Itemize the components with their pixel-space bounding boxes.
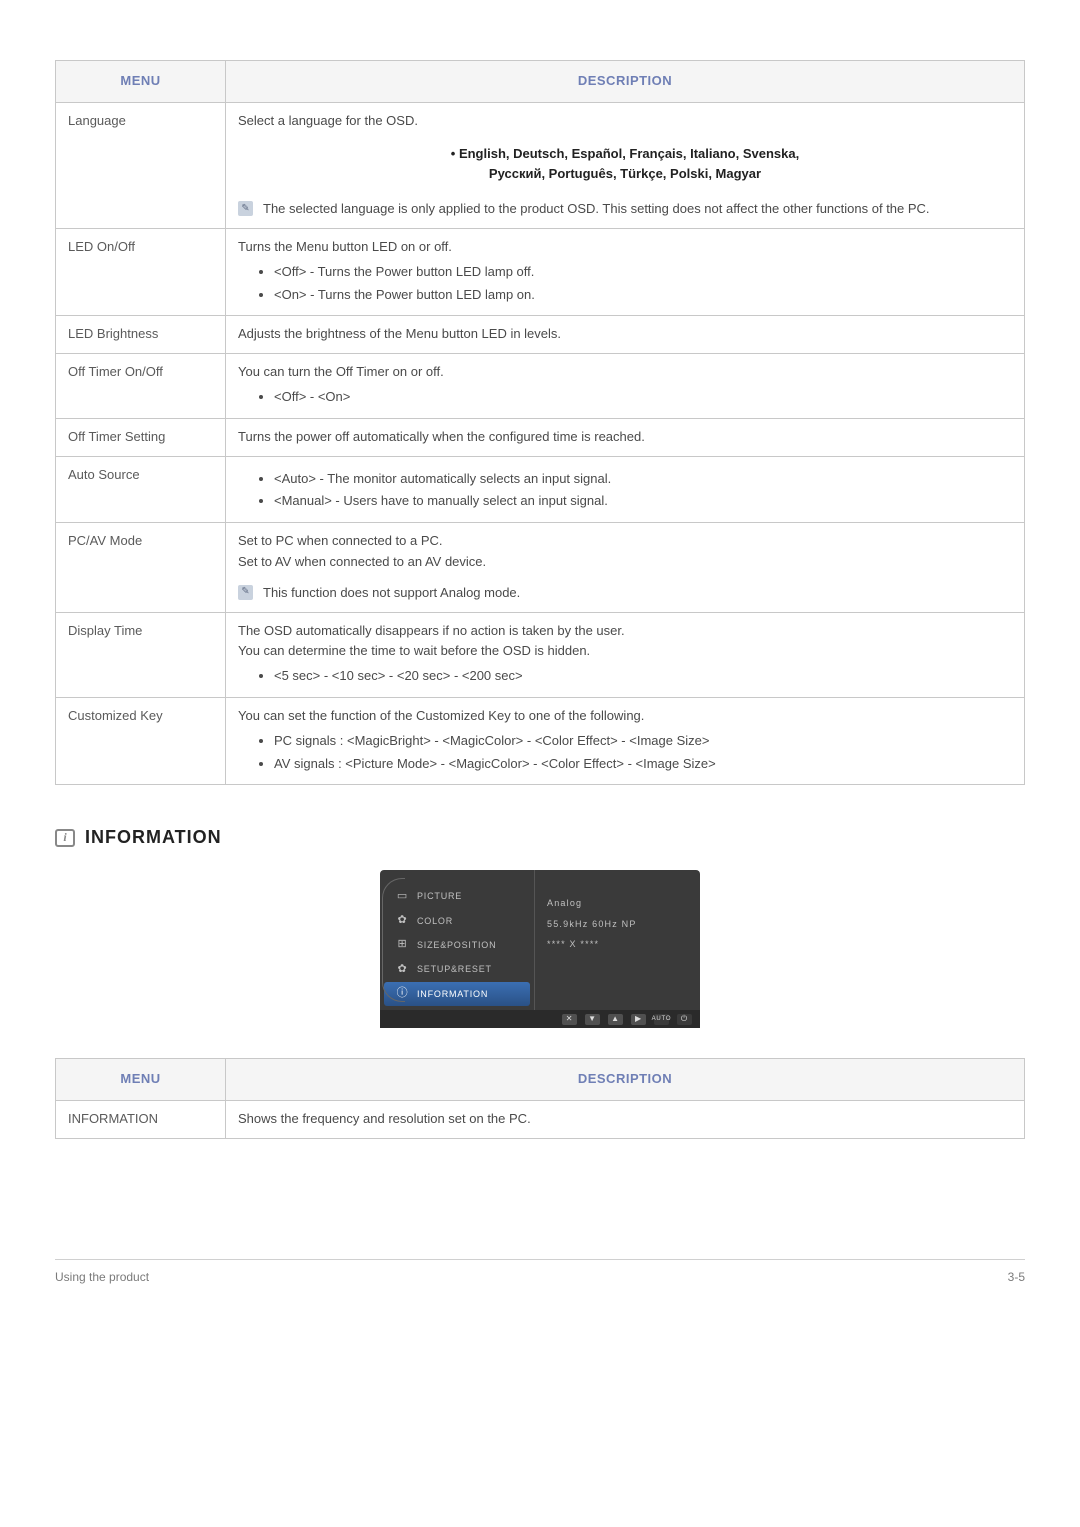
page-footer: Using the product 3-5 bbox=[55, 1259, 1025, 1287]
desc-cell: You can turn the Off Timer on or off. <O… bbox=[226, 354, 1025, 419]
heading-text: INFORMATION bbox=[85, 823, 222, 852]
menu-cell: Language bbox=[56, 102, 226, 228]
col-header-description: DESCRIPTION bbox=[226, 61, 1025, 103]
table-row: PC/AV Mode Set to PC when connected to a… bbox=[56, 523, 1025, 612]
osd-item-setup-reset: ✿ SETUP&RESET bbox=[380, 957, 534, 981]
desc-cell: Set to PC when connected to a PC. Set to… bbox=[226, 523, 1025, 612]
table-row: Language Select a language for the OSD. … bbox=[56, 102, 1025, 228]
desc-text: Set to AV when connected to an AV device… bbox=[238, 552, 1012, 573]
list-item: <5 sec> - <10 sec> - <20 sec> - <200 sec… bbox=[274, 666, 1012, 687]
list-item: <Auto> - The monitor automatically selec… bbox=[274, 469, 1012, 490]
table-row: LED On/Off Turns the Menu button LED on … bbox=[56, 228, 1025, 315]
information-table: MENU DESCRIPTION INFORMATION Shows the f… bbox=[55, 1058, 1025, 1139]
power-icon: ⏻ bbox=[677, 1014, 692, 1025]
down-icon: ▼ bbox=[585, 1014, 600, 1025]
osd-frequency: 55.9kHz 60Hz NP bbox=[547, 917, 688, 931]
bullet-list: <5 sec> - <10 sec> - <20 sec> - <200 sec… bbox=[238, 666, 1012, 687]
information-heading: i INFORMATION bbox=[55, 823, 1025, 852]
desc-cell: Select a language for the OSD. • English… bbox=[226, 102, 1025, 228]
table-row: INFORMATION Shows the frequency and reso… bbox=[56, 1100, 1025, 1138]
language-list: • English, Deutsch, Español, Français, I… bbox=[278, 144, 972, 186]
desc-cell: Turns the power off automatically when t… bbox=[226, 418, 1025, 456]
table-row: LED Brightness Adjusts the brightness of… bbox=[56, 316, 1025, 354]
menu-cell: Off Timer Setting bbox=[56, 418, 226, 456]
osd-source: Analog bbox=[547, 896, 688, 910]
auto-icon: AUTO bbox=[654, 1014, 669, 1025]
osd-panel: ▭ PICTURE ✿ COLOR ⊞ SIZE&POSITION ✿ SETU… bbox=[380, 870, 700, 1028]
list-item: <On> - Turns the Power button LED lamp o… bbox=[274, 285, 1012, 306]
up-icon: ▲ bbox=[608, 1014, 623, 1025]
table-row: Customized Key You can set the function … bbox=[56, 697, 1025, 784]
desc-cell: <Auto> - The monitor automatically selec… bbox=[226, 456, 1025, 523]
bullet-list: <Auto> - The monitor automatically selec… bbox=[238, 469, 1012, 513]
desc-text: Turns the Menu button LED on or off. bbox=[238, 237, 1012, 258]
desc-text: You can turn the Off Timer on or off. bbox=[238, 362, 1012, 383]
table-row: Off Timer On/Off You can turn the Off Ti… bbox=[56, 354, 1025, 419]
osd-info-panel: Analog 55.9kHz 60Hz NP **** X **** bbox=[535, 870, 700, 1010]
menu-cell: LED On/Off bbox=[56, 228, 226, 315]
menu-cell: PC/AV Mode bbox=[56, 523, 226, 612]
menu-cell: Display Time bbox=[56, 612, 226, 697]
desc-cell: Turns the Menu button LED on or off. <Of… bbox=[226, 228, 1025, 315]
desc-text: Select a language for the OSD. bbox=[238, 111, 1012, 132]
menu-cell: Off Timer On/Off bbox=[56, 354, 226, 419]
osd-menu-list: ▭ PICTURE ✿ COLOR ⊞ SIZE&POSITION ✿ SETU… bbox=[380, 870, 535, 1010]
col-header-menu: MENU bbox=[56, 61, 226, 103]
note-icon: ✎ bbox=[238, 201, 253, 216]
note-text: This function does not support Analog mo… bbox=[263, 583, 1012, 604]
footer-right: 3-5 bbox=[1008, 1268, 1025, 1287]
table-row: Auto Source <Auto> - The monitor automat… bbox=[56, 456, 1025, 523]
footer-left: Using the product bbox=[55, 1268, 149, 1287]
table-row: Display Time The OSD automatically disap… bbox=[56, 612, 1025, 697]
bullet-list: <Off> - Turns the Power button LED lamp … bbox=[238, 262, 1012, 306]
col-header-menu: MENU bbox=[56, 1059, 226, 1101]
note-text: The selected language is only applied to… bbox=[263, 199, 1012, 220]
list-item: <Off> - <On> bbox=[274, 387, 1012, 408]
list-item: AV signals : <Picture Mode> - <MagicColo… bbox=[274, 754, 1012, 775]
desc-text: Set to PC when connected to a PC. bbox=[238, 531, 1012, 552]
desc-cell: The OSD automatically disappears if no a… bbox=[226, 612, 1025, 697]
note-icon: ✎ bbox=[238, 585, 253, 600]
picture-icon: ▭ bbox=[396, 890, 409, 903]
bullet-list: PC signals : <MagicBright> - <MagicColor… bbox=[238, 731, 1012, 775]
col-header-description: DESCRIPTION bbox=[226, 1059, 1025, 1101]
note-block: ✎ The selected language is only applied … bbox=[238, 199, 1012, 220]
table-row: Off Timer Setting Turns the power off au… bbox=[56, 418, 1025, 456]
menu-cell: Customized Key bbox=[56, 697, 226, 784]
enter-icon: ▶ bbox=[631, 1014, 646, 1025]
osd-item-picture: ▭ PICTURE bbox=[380, 884, 534, 908]
info-icon: ⓘ bbox=[396, 987, 409, 1000]
gear-icon: ✿ bbox=[396, 963, 409, 976]
desc-cell: You can set the function of the Customiz… bbox=[226, 697, 1025, 784]
color-icon: ✿ bbox=[396, 914, 409, 927]
desc-text: You can set the function of the Customiz… bbox=[238, 706, 1012, 727]
osd-screenshot: ▭ PICTURE ✿ COLOR ⊞ SIZE&POSITION ✿ SETU… bbox=[55, 870, 1025, 1028]
close-icon: ✕ bbox=[562, 1014, 577, 1025]
list-item: PC signals : <MagicBright> - <MagicColor… bbox=[274, 731, 1012, 752]
info-icon: i bbox=[55, 829, 75, 847]
osd-item-color: ✿ COLOR bbox=[380, 909, 534, 933]
list-item: <Off> - Turns the Power button LED lamp … bbox=[274, 262, 1012, 283]
list-item: <Manual> - Users have to manually select… bbox=[274, 491, 1012, 512]
osd-footer: ✕ ▼ ▲ ▶ AUTO ⏻ bbox=[380, 1010, 700, 1028]
note-block: ✎ This function does not support Analog … bbox=[238, 583, 1012, 604]
desc-text: You can determine the time to wait befor… bbox=[238, 641, 1012, 662]
desc-text: The OSD automatically disappears if no a… bbox=[238, 621, 1012, 642]
menu-cell: INFORMATION bbox=[56, 1100, 226, 1138]
menu-cell: LED Brightness bbox=[56, 316, 226, 354]
osd-resolution: **** X **** bbox=[547, 937, 688, 951]
desc-cell: Shows the frequency and resolution set o… bbox=[226, 1100, 1025, 1138]
desc-cell: Adjusts the brightness of the Menu butto… bbox=[226, 316, 1025, 354]
menu-cell: Auto Source bbox=[56, 456, 226, 523]
settings-table-1: MENU DESCRIPTION Language Select a langu… bbox=[55, 60, 1025, 785]
osd-item-information: ⓘ INFORMATION bbox=[384, 982, 530, 1006]
bullet-list: <Off> - <On> bbox=[238, 387, 1012, 408]
size-position-icon: ⊞ bbox=[396, 939, 409, 952]
osd-item-size-position: ⊞ SIZE&POSITION bbox=[380, 933, 534, 957]
